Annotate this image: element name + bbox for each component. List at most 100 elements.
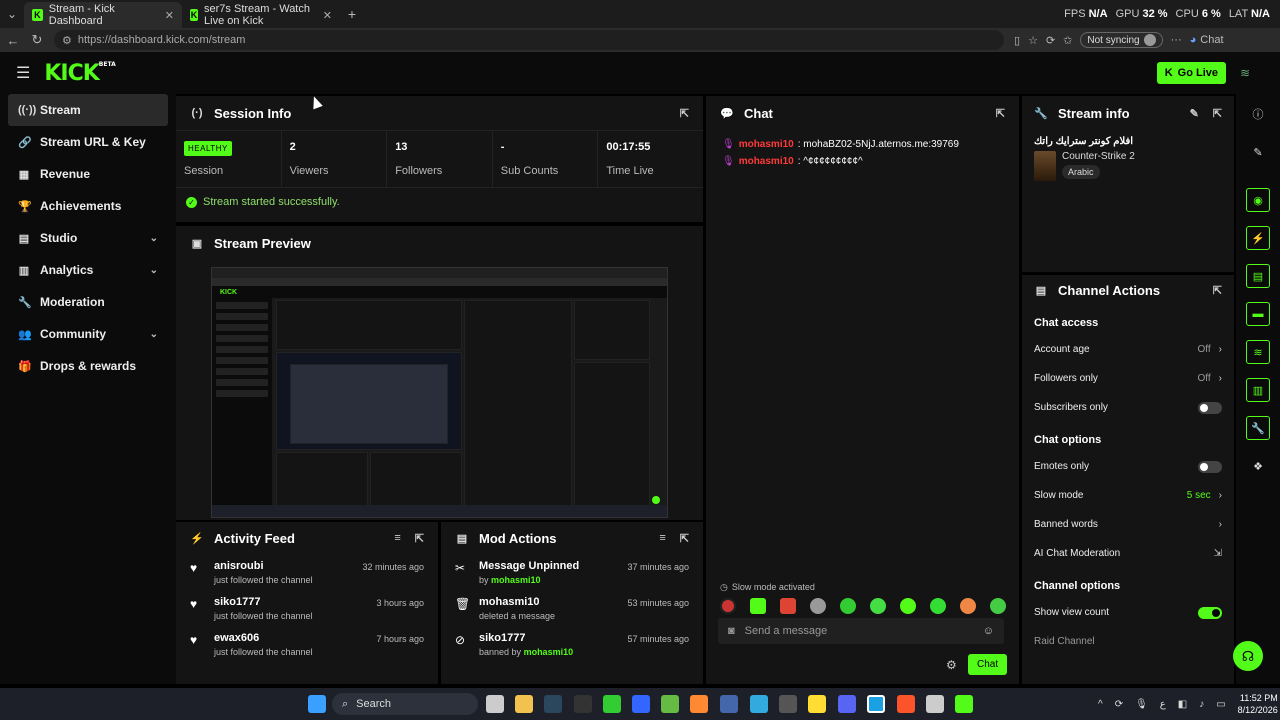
- edit-pencil-icon[interactable]: ✎: [1246, 140, 1270, 164]
- tab-kick-dashboard[interactable]: K Stream - Kick Dashboard ✕: [24, 2, 182, 28]
- popout-icon[interactable]: ⇱: [680, 532, 689, 545]
- menu-icon[interactable]: ☰: [16, 63, 30, 83]
- sidebar-item-stream-url-key[interactable]: 🔗 Stream URL & Key: [8, 126, 168, 158]
- brave-icon[interactable]: [897, 695, 915, 713]
- task-view-icon[interactable]: [486, 695, 504, 713]
- emote-10-icon[interactable]: [990, 598, 1006, 614]
- mic-icon[interactable]: 🎙: [1135, 699, 1148, 710]
- emote-6-icon[interactable]: [870, 598, 886, 614]
- steam-icon[interactable]: [544, 695, 562, 713]
- chat-input[interactable]: ◙ Send a message ☺: [718, 618, 1004, 644]
- stream-preview-video[interactable]: KICK: [211, 267, 668, 518]
- mod-user[interactable]: mohasmi10: [524, 647, 574, 657]
- sync-button[interactable]: Not syncing: [1080, 32, 1163, 48]
- favorites-icon[interactable]: ✩: [1063, 34, 1072, 47]
- app-k-icon[interactable]: [808, 695, 826, 713]
- emoji-icon[interactable]: ☺: [983, 625, 994, 637]
- chat-username[interactable]: mohasmi10: [739, 156, 794, 167]
- filter-icon[interactable]: ≡: [394, 532, 400, 545]
- sidebar-item-community[interactable]: 👥 Community ⌄: [8, 318, 168, 350]
- popout-icon[interactable]: ⇱: [1213, 284, 1222, 297]
- kick-app-icon[interactable]: [955, 695, 973, 713]
- emote-4-icon[interactable]: [810, 598, 826, 614]
- chat-settings-gear-icon[interactable]: ⚙: [946, 658, 957, 672]
- popout-icon[interactable]: ⇱: [1213, 107, 1222, 120]
- filter-icon[interactable]: ≡: [659, 532, 665, 545]
- sidebar-item-drops-rewards[interactable]: 🎁 Drops & rewards: [8, 350, 168, 382]
- shield-icon[interactable]: [720, 695, 738, 713]
- broadcast-icon[interactable]: ≋: [1246, 340, 1270, 364]
- user-menu-icon[interactable]: ≋: [1240, 66, 1264, 80]
- wrench-icon[interactable]: 🔧: [1246, 416, 1270, 440]
- tab-ser7s-stream[interactable]: K ser7s Stream - Watch Live on Kick ✕: [182, 2, 340, 28]
- url-bar[interactable]: ⚙ https://dashboard.kick.com/stream: [54, 30, 1004, 50]
- camera-icon[interactable]: ◉: [1246, 188, 1270, 212]
- taskbar-search[interactable]: ⌕ Search: [332, 693, 478, 715]
- send-chat-button[interactable]: Chat: [968, 654, 1008, 675]
- subscribers-only-toggle[interactable]: [1198, 401, 1222, 414]
- tab-list-icon[interactable]: ⌄: [0, 7, 24, 21]
- info-icon[interactable]: ⓘ: [1246, 102, 1270, 126]
- read-mode-icon[interactable]: ▯: [1014, 34, 1020, 47]
- app-s-icon[interactable]: [779, 695, 797, 713]
- chevron-down-icon[interactable]: ⌄: [150, 265, 158, 276]
- more-menu-icon[interactable]: ···: [1171, 34, 1182, 46]
- xbox-icon[interactable]: [603, 695, 621, 713]
- emote-7-icon[interactable]: [900, 598, 916, 614]
- account-age-row[interactable]: Account age Off ›: [1022, 335, 1234, 364]
- emote-1-icon[interactable]: [720, 598, 736, 614]
- chat-username[interactable]: mohasmi10: [739, 139, 794, 150]
- raid-channel-row[interactable]: Raid Channel: [1022, 627, 1234, 656]
- language-icon[interactable]: ع: [1160, 699, 1166, 710]
- go-live-button[interactable]: K Go Live: [1156, 62, 1226, 84]
- volume-icon[interactable]: ♪: [1199, 699, 1204, 710]
- layout-icon[interactable]: ▥: [1246, 378, 1270, 402]
- ai-moderation-row[interactable]: AI Chat Moderation ⇲: [1022, 539, 1234, 568]
- sidebar-item-analytics[interactable]: ▥ Analytics ⌄: [8, 254, 168, 286]
- emote-9-icon[interactable]: [960, 598, 976, 614]
- kick-logo[interactable]: KICKBETA: [44, 61, 115, 86]
- bolt-icon[interactable]: ⚡: [1246, 226, 1270, 250]
- feed-user[interactable]: anisroubi: [214, 560, 352, 572]
- banned-words-row[interactable]: Banned words ›: [1022, 510, 1234, 539]
- emotes-only-toggle[interactable]: [1198, 460, 1222, 473]
- chevron-down-icon[interactable]: ⌄: [150, 233, 158, 244]
- network-icon[interactable]: ◧: [1178, 699, 1187, 710]
- new-tab-icon[interactable]: +: [340, 6, 364, 22]
- clipboard-icon[interactable]: ▤: [1246, 264, 1270, 288]
- site-info-icon[interactable]: ⚙: [62, 34, 72, 47]
- sidebar-item-moderation[interactable]: 🔧 Moderation: [8, 286, 168, 318]
- popout-icon[interactable]: ⇱: [680, 107, 689, 120]
- sidebar-item-achievements[interactable]: 🏆 Achievements: [8, 190, 168, 222]
- clock[interactable]: 11:52 PM 8/12/2026: [1238, 692, 1278, 716]
- help-headset-button[interactable]: ☊: [1233, 641, 1263, 671]
- popout-icon[interactable]: ⇱: [415, 532, 424, 545]
- close-tab-icon[interactable]: ✕: [323, 9, 332, 22]
- popout-icon[interactable]: ⇱: [996, 107, 1005, 120]
- slow-mode-row[interactable]: Slow mode 5 sec ›: [1022, 481, 1234, 510]
- sync-tray-icon[interactable]: ⟳: [1115, 699, 1123, 710]
- epic-games-icon[interactable]: [574, 695, 592, 713]
- followers-only-row[interactable]: Followers only Off ›: [1022, 364, 1234, 393]
- emote-5-icon[interactable]: [840, 598, 856, 614]
- emote-3-icon[interactable]: [780, 598, 796, 614]
- shapes-icon[interactable]: ❖: [1246, 454, 1270, 478]
- sidebar-item-stream[interactable]: ((·)) Stream: [8, 94, 168, 126]
- app-flame-icon[interactable]: [690, 695, 708, 713]
- feed-user[interactable]: ewax606: [214, 632, 366, 644]
- chevron-down-icon[interactable]: ⌄: [150, 329, 158, 340]
- app-f-icon[interactable]: [750, 695, 768, 713]
- chat-bubble-icon[interactable]: ▬: [1246, 302, 1270, 326]
- close-tab-icon[interactable]: ✕: [165, 9, 174, 22]
- start-windows-icon[interactable]: [308, 695, 326, 713]
- feed-user[interactable]: siko1777: [214, 596, 366, 608]
- copilot-button[interactable]: ◕ Chat: [1190, 34, 1224, 46]
- sidebar-item-studio[interactable]: ▤ Studio ⌄: [8, 222, 168, 254]
- discord-icon[interactable]: [838, 695, 856, 713]
- back-icon[interactable]: ←: [6, 33, 20, 48]
- edit-pencil-icon[interactable]: ✎: [1190, 107, 1199, 120]
- reload-icon[interactable]: ↻: [30, 32, 44, 48]
- show-view-count-toggle[interactable]: [1198, 606, 1222, 619]
- mod-user[interactable]: mohasmi10: [491, 575, 541, 585]
- emote-8-icon[interactable]: [930, 598, 946, 614]
